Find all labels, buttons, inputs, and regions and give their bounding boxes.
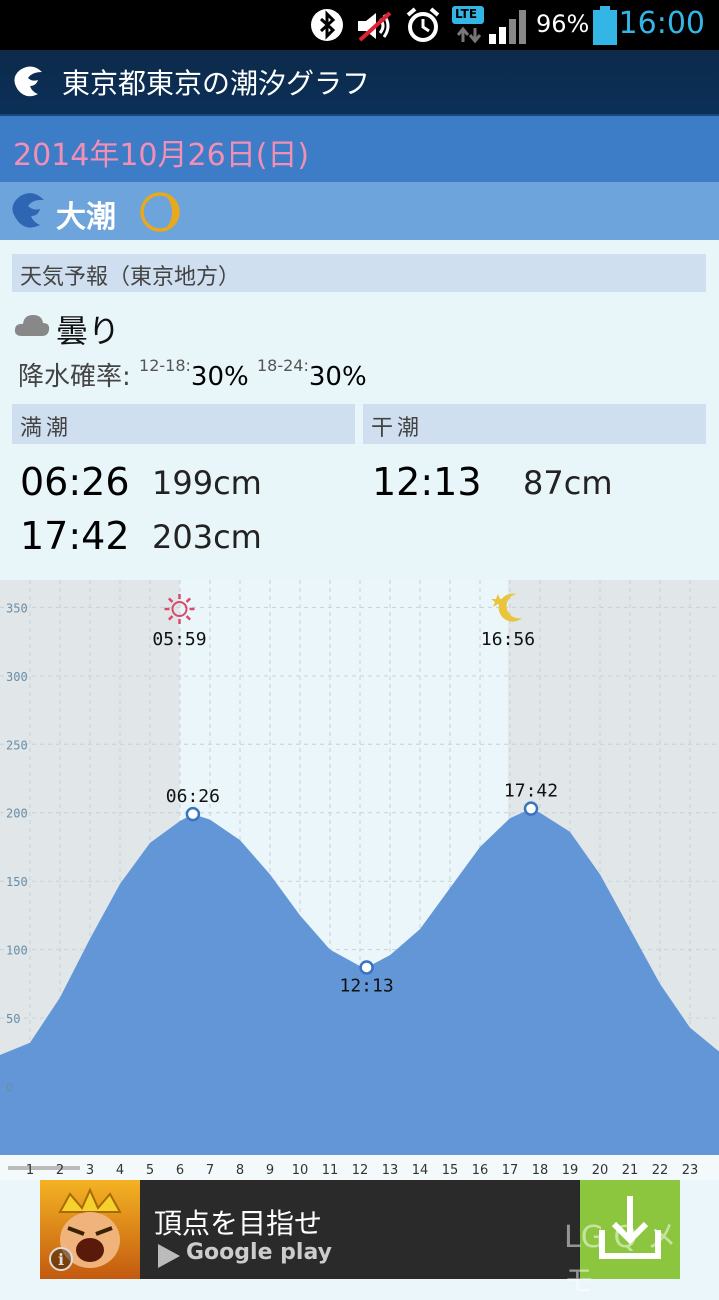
play-store-icon bbox=[158, 1244, 180, 1268]
date-label: 2014年10月26日(日) bbox=[13, 138, 310, 173]
precip-label: 降水確率: bbox=[18, 362, 131, 392]
x-tick-label: 14 bbox=[412, 1163, 429, 1178]
precip-value-2: 30% bbox=[308, 362, 367, 392]
x-tick-label: 1 bbox=[26, 1163, 34, 1178]
cloud-icon bbox=[14, 315, 50, 336]
high-tide-level-1: 199cm bbox=[152, 464, 262, 502]
y-tick-label: 50 bbox=[6, 1012, 20, 1026]
sunrise-time: 05:59 bbox=[152, 629, 206, 650]
tide-extreme-marker[interactable] bbox=[523, 801, 539, 816]
low-tide-header: 干潮 bbox=[363, 404, 706, 444]
crescent-moon-icon bbox=[140, 192, 180, 232]
alarm-icon bbox=[406, 7, 440, 42]
precip-range-2: 18-24: bbox=[256, 356, 309, 375]
low-tide-time-1: 12:13 bbox=[372, 460, 482, 504]
x-tick-label: 21 bbox=[622, 1163, 639, 1178]
weather-condition: 曇り bbox=[56, 312, 121, 350]
data-arrows-icon bbox=[456, 26, 482, 44]
tide-type-bar: 大潮 bbox=[0, 182, 719, 240]
x-tick-label: 10 bbox=[292, 1163, 309, 1178]
weather-header-label: 天気予報（東京地方） bbox=[20, 265, 241, 290]
x-tick-label: 22 bbox=[652, 1163, 669, 1178]
x-tick-label: 8 bbox=[236, 1163, 244, 1178]
x-tick-label: 2 bbox=[56, 1163, 64, 1178]
info-icon[interactable]: i bbox=[48, 1246, 74, 1272]
tide-extreme-marker[interactable] bbox=[359, 960, 374, 975]
ad-banner[interactable]: i 頂点を目指せ Google play LG Q メモ bbox=[40, 1180, 680, 1299]
x-tick-label: 18 bbox=[532, 1163, 549, 1178]
x-tick-label: 7 bbox=[206, 1163, 214, 1178]
volume-muted-icon bbox=[358, 11, 392, 42]
low-tide-header-label: 干潮 bbox=[371, 416, 424, 441]
app-title: 東京都東京の潮汐グラフ bbox=[62, 67, 371, 100]
y-tick-label: 300 bbox=[6, 670, 28, 684]
x-tick-label: 17 bbox=[502, 1163, 519, 1178]
tide-chart[interactable]: 050100150200250300350 1 2 3 4 5 6 7 8 9 10 11 12 13 1… bbox=[0, 580, 719, 1180]
tide-type-label: 大潮 bbox=[56, 200, 116, 235]
x-tick-label: 15 bbox=[442, 1163, 459, 1178]
x-tick-label: 3 bbox=[86, 1163, 94, 1178]
status-bar: LTE 96% 16:00 bbox=[0, 0, 719, 50]
date-bar[interactable]: 2014年10月26日(日) bbox=[0, 116, 719, 182]
low-tide-level-1: 87cm bbox=[523, 464, 613, 502]
info-panel: 天気予報（東京地方） 曇り 降水確率: 12-18:30% 18-24:30% … bbox=[0, 240, 719, 580]
x-tick-label: 9 bbox=[266, 1163, 274, 1178]
y-tick-label: 200 bbox=[6, 807, 28, 821]
high-tide-time-2: 17:42 bbox=[20, 514, 130, 558]
weather-header: 天気予報（東京地方） bbox=[12, 254, 706, 292]
sunset-time: 16:56 bbox=[481, 629, 535, 650]
high-tide-level-2: 203cm bbox=[152, 518, 262, 556]
precipitation-row: 降水確率: 12-18:30% 18-24:30% bbox=[18, 356, 367, 393]
x-tick-label: 11 bbox=[322, 1163, 339, 1178]
x-tick-label: 5 bbox=[146, 1163, 154, 1178]
tide-extreme-label: 12:13 bbox=[340, 975, 394, 996]
x-tick-label: 6 bbox=[176, 1163, 184, 1178]
x-tick-label: 23 bbox=[682, 1163, 699, 1178]
x-tick-label: 19 bbox=[562, 1163, 579, 1178]
tide-extreme-marker[interactable] bbox=[185, 806, 201, 822]
app-bar: 東京都東京の潮汐グラフ bbox=[0, 50, 719, 116]
x-tick-label: 12 bbox=[352, 1163, 369, 1178]
precip-range-1: 12-18: bbox=[139, 356, 191, 375]
x-tick-label: 4 bbox=[116, 1163, 124, 1178]
y-tick-label: 100 bbox=[6, 944, 28, 958]
y-tick-label: 350 bbox=[6, 601, 28, 615]
y-tick-label: 0 bbox=[6, 1081, 13, 1095]
high-tide-header: 満潮 bbox=[12, 404, 355, 444]
lte-label: LTE bbox=[455, 7, 478, 21]
lte-icon: LTE bbox=[452, 6, 484, 24]
high-tide-header-label: 満潮 bbox=[20, 416, 73, 441]
ad-title: 頂点を目指せ bbox=[154, 1207, 323, 1240]
wave-logo-icon[interactable] bbox=[12, 64, 46, 100]
tide-extreme-label: 17:42 bbox=[504, 781, 558, 802]
high-tide-time-1: 06:26 bbox=[20, 460, 130, 504]
x-tick-label: 13 bbox=[382, 1163, 399, 1178]
y-tick-label: 250 bbox=[6, 738, 28, 752]
precip-value-1: 30% bbox=[190, 362, 249, 392]
clock: 16:00 bbox=[618, 6, 705, 41]
tide-extreme-label: 06:26 bbox=[166, 786, 220, 807]
svg-text:i: i bbox=[58, 1250, 64, 1269]
bluetooth-icon bbox=[311, 9, 343, 41]
battery-percent: 96% bbox=[536, 10, 590, 38]
wave-icon bbox=[12, 193, 45, 228]
y-tick-label: 150 bbox=[6, 875, 28, 889]
ad-store-label: Google play bbox=[186, 1240, 332, 1265]
x-tick-label: 16 bbox=[472, 1163, 489, 1178]
signal-icon bbox=[489, 10, 526, 44]
watermark-text: LG Q メモ bbox=[564, 1220, 677, 1299]
battery-icon bbox=[593, 6, 617, 45]
x-tick-label: 20 bbox=[592, 1163, 609, 1178]
